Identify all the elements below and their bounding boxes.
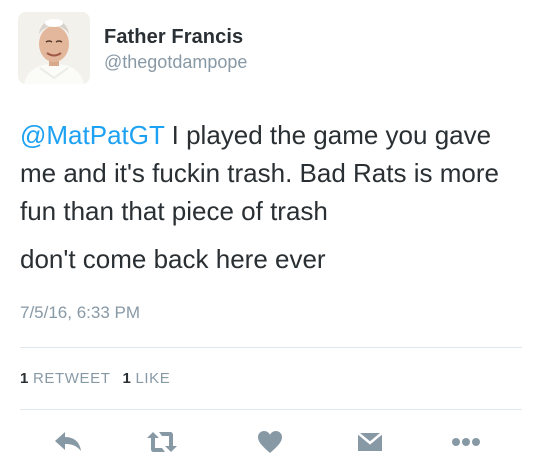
reply-icon [55, 432, 81, 451]
tweet-action-bar [0, 424, 540, 460]
like-stat[interactable]: 1 LIKE [122, 370, 170, 387]
like-icon [258, 431, 282, 453]
retweet-stat[interactable]: 1 RETWEET [20, 370, 110, 387]
profile-avatar-icon [18, 12, 90, 84]
retweet-icon [147, 432, 177, 452]
direct-message-button[interactable] [350, 424, 390, 460]
more-icon [452, 438, 480, 446]
more-button[interactable] [446, 424, 486, 460]
tweet-text-line-2: don't come back here ever [20, 244, 326, 274]
like-label: LIKE [135, 370, 171, 387]
tweet-stats: 1 RETWEET 1 LIKE [20, 370, 170, 387]
tweet-timestamp[interactable]: 7/5/16, 6:33 PM [20, 303, 140, 323]
display-name[interactable]: Father Francis [104, 26, 243, 49]
retweet-button[interactable] [142, 424, 182, 460]
like-button[interactable] [250, 424, 290, 460]
user-handle[interactable]: @thegotdampope [104, 52, 247, 73]
avatar[interactable] [18, 12, 90, 84]
mention-link[interactable]: @MatPatGT [20, 120, 164, 150]
reply-button[interactable] [48, 424, 88, 460]
divider [20, 409, 522, 410]
divider [20, 347, 522, 348]
tweet-text: @MatPatGT I played the game you gave me … [20, 116, 526, 278]
retweet-label: RETWEET [32, 370, 111, 387]
direct-message-icon [357, 432, 383, 451]
like-count: 1 [122, 370, 132, 387]
retweet-count: 1 [20, 370, 29, 387]
